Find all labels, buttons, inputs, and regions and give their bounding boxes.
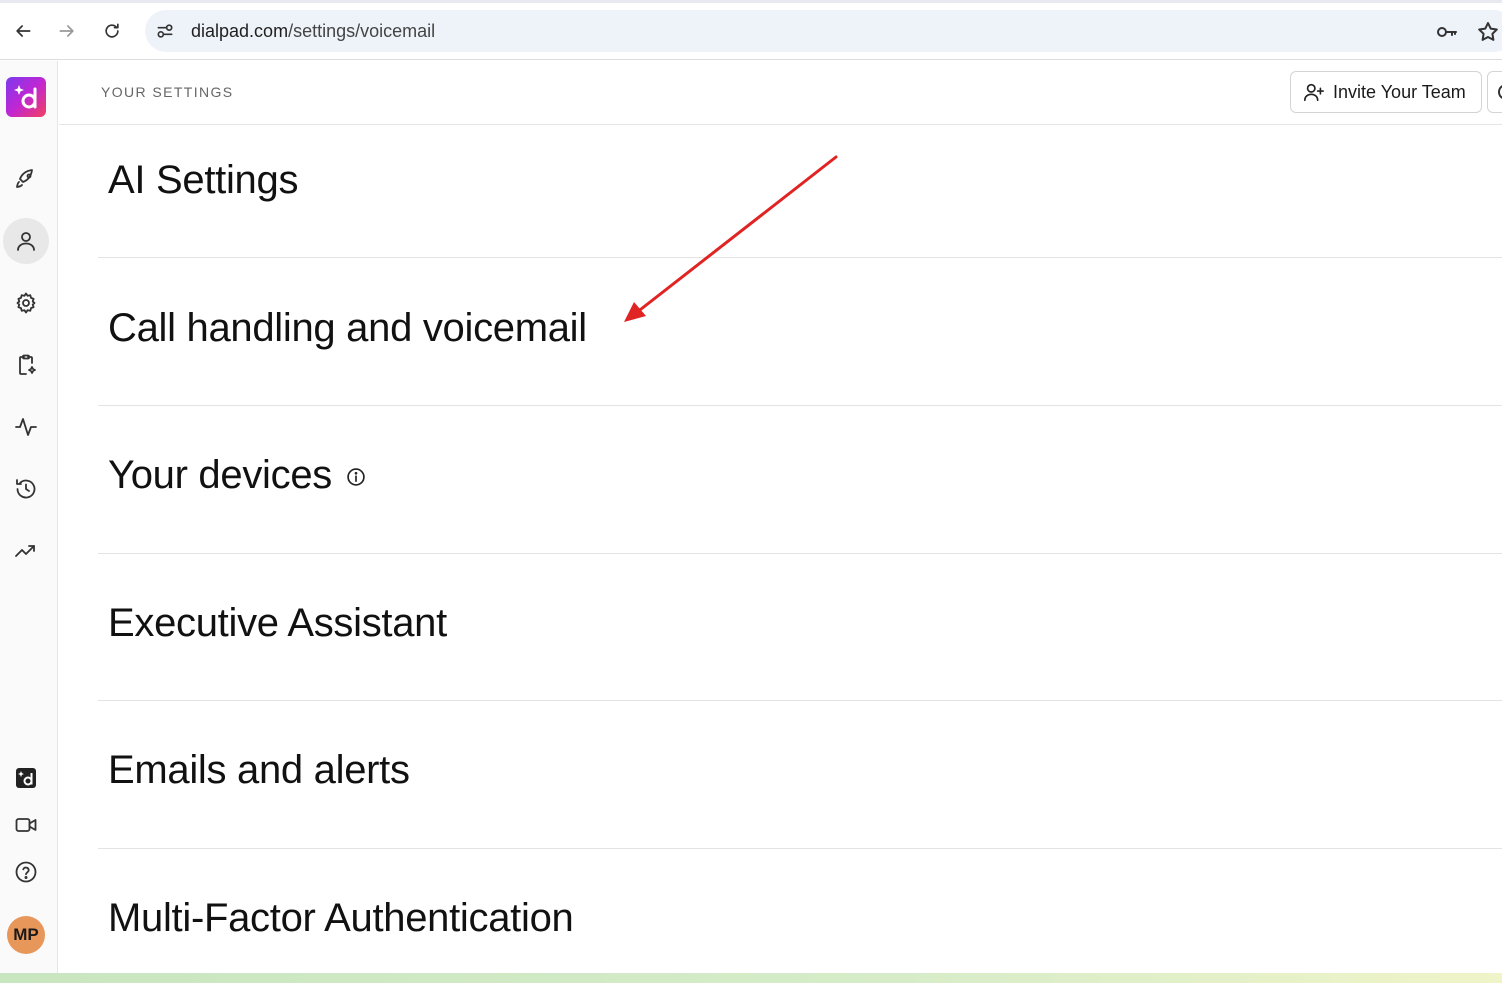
arrow-left-icon — [16, 25, 31, 37]
rail-meetings[interactable] — [7, 806, 45, 844]
trending-up-icon — [15, 545, 35, 557]
gear-icon — [16, 292, 36, 314]
taskbar-edge — [0, 973, 1502, 983]
section-title: Executive Assistant — [108, 601, 447, 645]
history-icon — [16, 479, 36, 499]
forward-button[interactable] — [50, 14, 84, 48]
reload-icon — [105, 23, 119, 38]
reload-button[interactable] — [95, 14, 129, 48]
key-icon[interactable] — [1435, 20, 1459, 44]
star-icon[interactable] — [1476, 20, 1500, 44]
person-add-icon — [1304, 83, 1324, 102]
rail-analytics[interactable] — [7, 532, 45, 570]
site-settings-icon[interactable] — [155, 21, 175, 41]
dialpad-logo[interactable] — [6, 77, 46, 117]
url-path: /settings/voicemail — [288, 21, 436, 41]
rail-get-started[interactable] — [7, 160, 45, 198]
section-title: Multi-Factor Authentication — [108, 896, 574, 940]
clipboard-sparkle-icon — [19, 354, 36, 375]
url-text[interactable]: dialpad.com/settings/voicemail — [191, 21, 435, 42]
section-title: Your devices — [108, 453, 332, 497]
section-title-row: Your devices — [108, 453, 366, 498]
section-your-devices[interactable]: Your devices — [98, 406, 1502, 554]
header-secondary-button[interactable] — [1487, 71, 1502, 113]
back-button[interactable] — [6, 14, 40, 48]
partial-circle-icon — [1498, 84, 1502, 100]
section-multi-factor-auth[interactable]: Multi-Factor Authentication — [98, 848, 1502, 973]
section-ai-settings[interactable]: AI Settings — [98, 110, 1502, 258]
video-camera-icon — [15, 818, 37, 832]
section-emails-alerts[interactable]: Emails and alerts — [98, 701, 1502, 849]
person-icon — [17, 232, 35, 251]
address-bar[interactable]: dialpad.com/settings/voicemail — [145, 10, 1502, 52]
app-rail: MP — [0, 61, 58, 973]
rail-history[interactable] — [7, 470, 45, 508]
section-title: Call handling and voicemail — [108, 306, 587, 350]
invite-team-label: Invite Your Team — [1333, 81, 1466, 102]
dialpad-logo-icon — [14, 85, 37, 109]
info-icon[interactable] — [346, 467, 366, 487]
url-host: dialpad.com — [191, 21, 289, 41]
dialpad-app-icon — [16, 768, 36, 788]
browser-toolbar: dialpad.com/settings/voicemail — [0, 0, 1502, 60]
rail-ai-playbooks[interactable] — [7, 346, 45, 384]
rail-help[interactable] — [7, 853, 45, 891]
rail-admin-settings[interactable] — [7, 284, 45, 322]
help-circle-icon — [15, 861, 37, 883]
avatar-initials: MP — [13, 925, 39, 944]
tab-strip-edge — [0, 0, 1502, 3]
rocket-icon — [16, 169, 33, 188]
section-call-handling[interactable]: Call handling and voicemail — [98, 258, 1502, 406]
user-avatar[interactable]: MP — [7, 916, 45, 954]
page-eyebrow: YOUR SETTINGS — [101, 84, 234, 100]
section-title: AI Settings — [108, 158, 299, 202]
section-executive-assistant[interactable]: Executive Assistant — [98, 553, 1502, 701]
section-title: Emails and alerts — [108, 748, 410, 792]
invite-team-button[interactable]: Invite Your Team — [1290, 71, 1482, 113]
arrow-right-icon — [59, 25, 74, 37]
pulse-icon — [15, 418, 37, 436]
rail-live-activity[interactable] — [7, 408, 45, 446]
rail-your-settings[interactable] — [3, 218, 49, 264]
rail-dialpad-app[interactable] — [7, 759, 45, 797]
